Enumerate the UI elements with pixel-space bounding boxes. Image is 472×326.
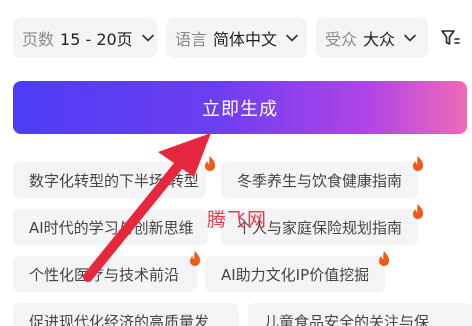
pages-filter-label: 页数 (22, 30, 55, 49)
language-filter-dropdown[interactable]: 语言 简体中文 (166, 18, 307, 58)
topic-chip[interactable]: 冬季养生与饮食健康指南 (221, 162, 418, 198)
watermark-text: 腾飞网 (207, 209, 268, 231)
hot-flame-icon (413, 156, 423, 171)
chevron-down-icon (286, 34, 298, 42)
pages-filter-dropdown[interactable]: 页数 15 - 20页 (13, 18, 157, 58)
topic-chip-label: 冬季养生与饮食健康指南 (237, 171, 403, 190)
hot-flame-icon (190, 251, 200, 266)
audience-filter-label: 受众 (325, 30, 358, 49)
topic-chip-label: AI助力文化IP价值挖掘 (221, 265, 370, 284)
filter-icon[interactable] (440, 28, 460, 48)
language-filter-value: 简体中文 (213, 30, 278, 49)
hot-flame-icon (205, 156, 215, 171)
topic-chip-label: 儿童食品安全的关注与保 (264, 312, 430, 326)
hot-flame-icon (413, 204, 423, 219)
topic-chip[interactable]: 促进现代化经济的高质量发 (13, 303, 239, 326)
topic-chip-label: 个性化医疗与技术前沿 (29, 265, 180, 284)
pages-filter-value: 15 - 20页 (60, 30, 133, 49)
chevron-down-icon (141, 34, 154, 42)
topic-chip[interactable]: 个性化医疗与技术前沿 (13, 256, 197, 292)
audience-filter-dropdown[interactable]: 受众 大众 (316, 18, 428, 58)
generate-now-button[interactable]: 立即生成 (13, 81, 467, 134)
audience-filter-value: 大众 (363, 30, 396, 49)
topic-chip[interactable]: AI时代的学习与创新思维 (13, 209, 208, 245)
topic-chip-label: 数字化转型的下半场 转型 (29, 171, 199, 190)
hot-flame-icon (379, 251, 389, 266)
topic-chip[interactable]: 数字化转型的下半场 转型 (13, 162, 206, 198)
topic-chip[interactable]: 儿童食品安全的关注与保 (248, 303, 472, 326)
chevron-down-icon (404, 34, 416, 42)
topic-chip-label: 促进现代化经济的高质量发 (29, 312, 210, 326)
topic-chip-label: AI时代的学习与创新思维 (29, 218, 194, 237)
topic-chip[interactable]: AI助力文化IP价值挖掘 (205, 256, 385, 292)
language-filter-label: 语言 (175, 30, 208, 49)
